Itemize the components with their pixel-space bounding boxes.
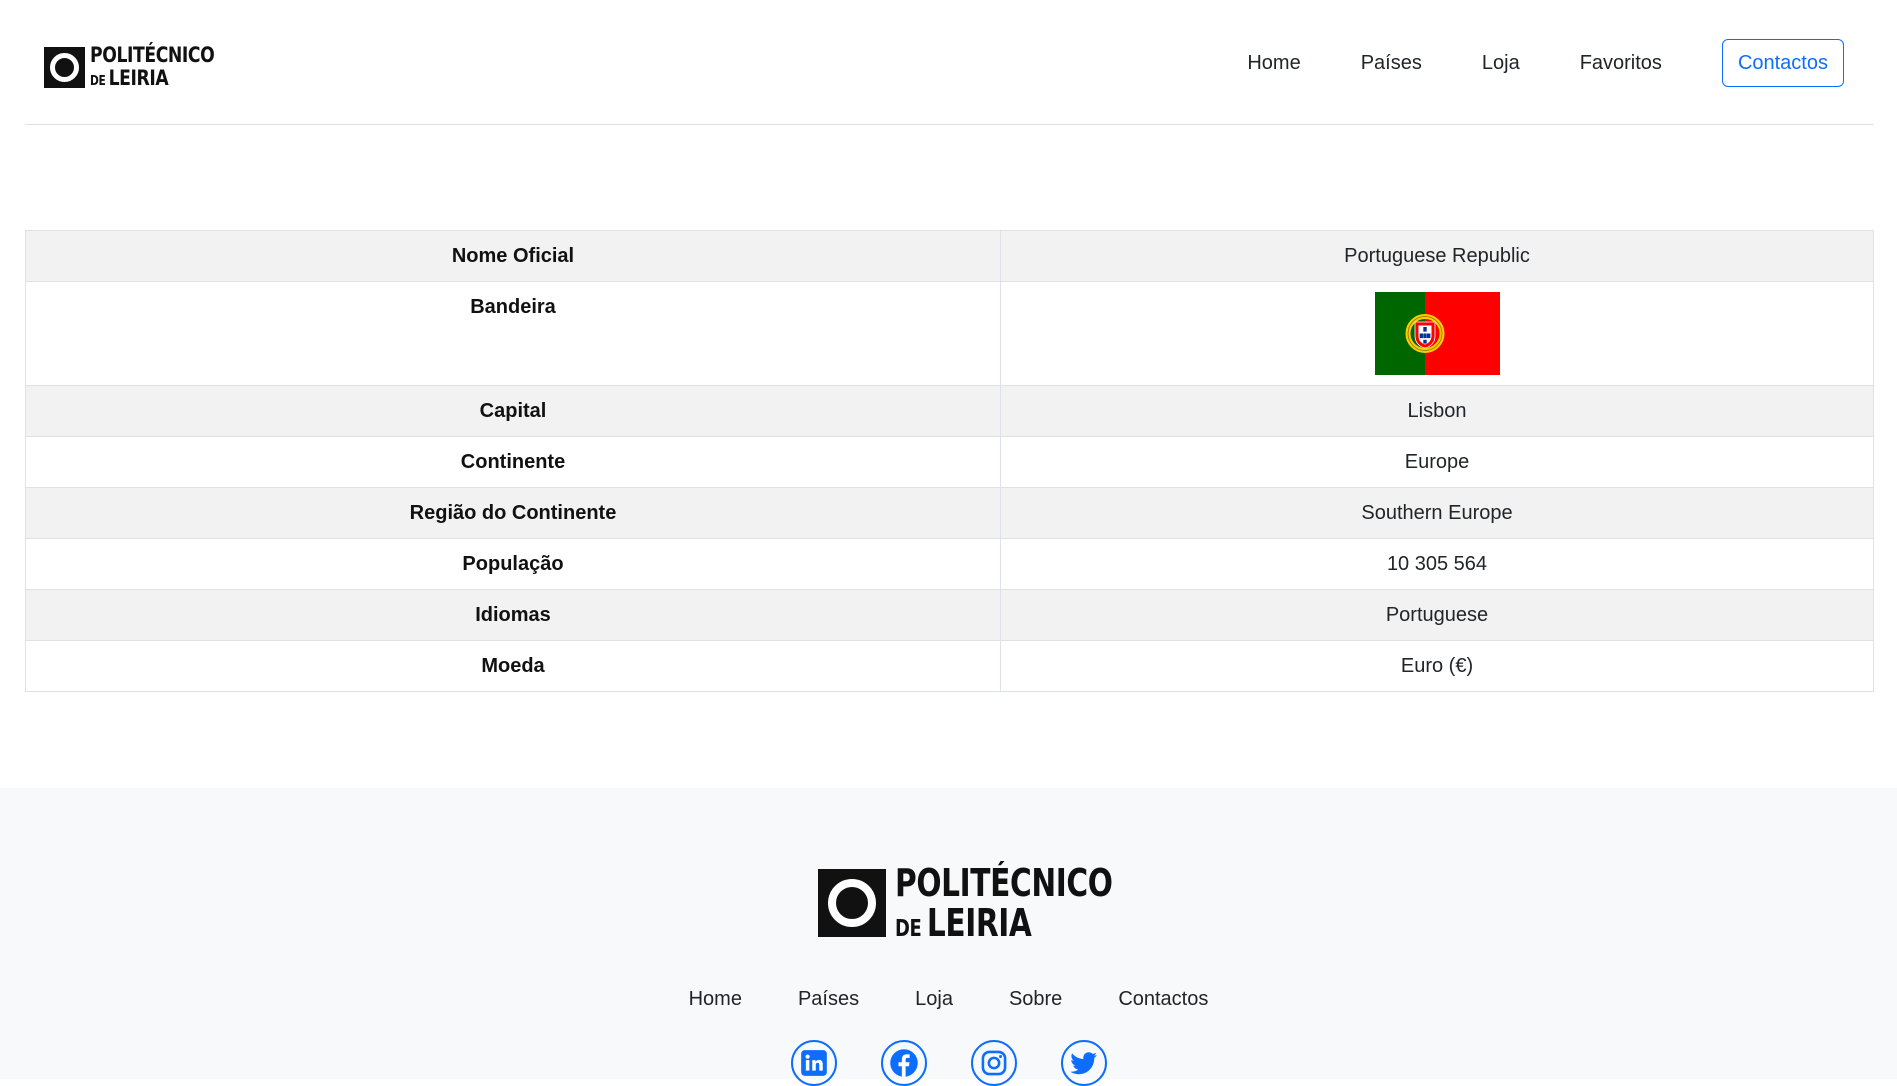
row-value: Europe <box>1000 436 1874 488</box>
footer-nav-loja[interactable]: Loja <box>915 986 953 1012</box>
table-row: Idiomas Portuguese <box>25 589 1874 641</box>
logo-line2b: LEIRIA <box>108 66 169 90</box>
row-label: Bandeira <box>25 281 1001 386</box>
logo-mark-icon <box>44 46 85 88</box>
twitter-icon[interactable] <box>1060 1040 1107 1086</box>
table-row: Capital Lisbon <box>25 385 1874 437</box>
table-row: Região do Continente Southern Europe <box>25 487 1874 539</box>
nav-loja[interactable]: Loja <box>1482 49 1520 77</box>
header-logo[interactable]: POLITÉCNICO DE LEIRIA <box>44 45 242 89</box>
footer-logo[interactable]: POLITÉCNICO DE LEIRIA <box>818 864 1174 942</box>
row-value: Southern Europe <box>1000 487 1874 539</box>
table-row: População 10 305 564 <box>25 538 1874 590</box>
nav-favoritos[interactable]: Favoritos <box>1580 49 1662 77</box>
row-value: 10 305 564 <box>1000 538 1874 590</box>
main-nav: Home Países Loja Favoritos Contactos <box>1187 39 1844 87</box>
logo-line1: POLITÉCNICO <box>90 43 215 67</box>
portugal-flag-icon <box>1374 292 1500 375</box>
footer-nav-home[interactable]: Home <box>689 986 742 1012</box>
row-label: Região do Continente <box>25 487 1001 539</box>
row-label: Idiomas <box>25 589 1001 641</box>
footer-nav: Home Países Loja Sobre Contactos <box>0 986 1897 1012</box>
row-label: População <box>25 538 1001 590</box>
site-footer: POLITÉCNICO DE LEIRIA Home Países Loja S… <box>0 788 1897 1086</box>
instagram-icon[interactable] <box>970 1040 1017 1086</box>
row-label: Capital <box>25 385 1001 437</box>
logo-mark-icon <box>818 869 886 937</box>
row-value: Euro (€) <box>1000 640 1874 692</box>
linkedin-icon[interactable] <box>790 1040 837 1086</box>
social-links <box>0 1040 1897 1086</box>
row-label: Nome Oficial <box>25 230 1001 282</box>
row-label: Continente <box>25 436 1001 488</box>
logo-line2a: DE <box>895 916 922 942</box>
footer-nav-paises[interactable]: Países <box>798 986 859 1012</box>
table-row: Continente Europe <box>25 436 1874 488</box>
row-value <box>1000 281 1874 386</box>
footer-nav-sobre[interactable]: Sobre <box>1009 986 1062 1012</box>
row-value: Portuguese <box>1000 589 1874 641</box>
nav-contactos-button[interactable]: Contactos <box>1721 39 1844 87</box>
logo-line2a: DE <box>90 74 106 89</box>
country-info-table: Nome Oficial Portuguese Republic Bandeir… <box>25 230 1874 692</box>
logo-line2b: LEIRIA <box>926 901 1032 945</box>
row-label: Moeda <box>25 640 1001 692</box>
site-header: POLITÉCNICO DE LEIRIA Home Países Loja F… <box>25 0 1874 125</box>
nav-home[interactable]: Home <box>1247 49 1300 77</box>
table-row: Nome Oficial Portuguese Republic <box>25 230 1874 282</box>
row-value: Lisbon <box>1000 385 1874 437</box>
nav-paises[interactable]: Países <box>1361 49 1422 77</box>
facebook-icon[interactable] <box>880 1040 927 1086</box>
logo-line1: POLITÉCNICO <box>895 861 1113 905</box>
table-row: Moeda Euro (€) <box>25 640 1874 692</box>
table-row: Bandeira <box>25 281 1874 386</box>
row-value: Portuguese Republic <box>1000 230 1874 282</box>
footer-nav-contactos[interactable]: Contactos <box>1118 986 1208 1012</box>
